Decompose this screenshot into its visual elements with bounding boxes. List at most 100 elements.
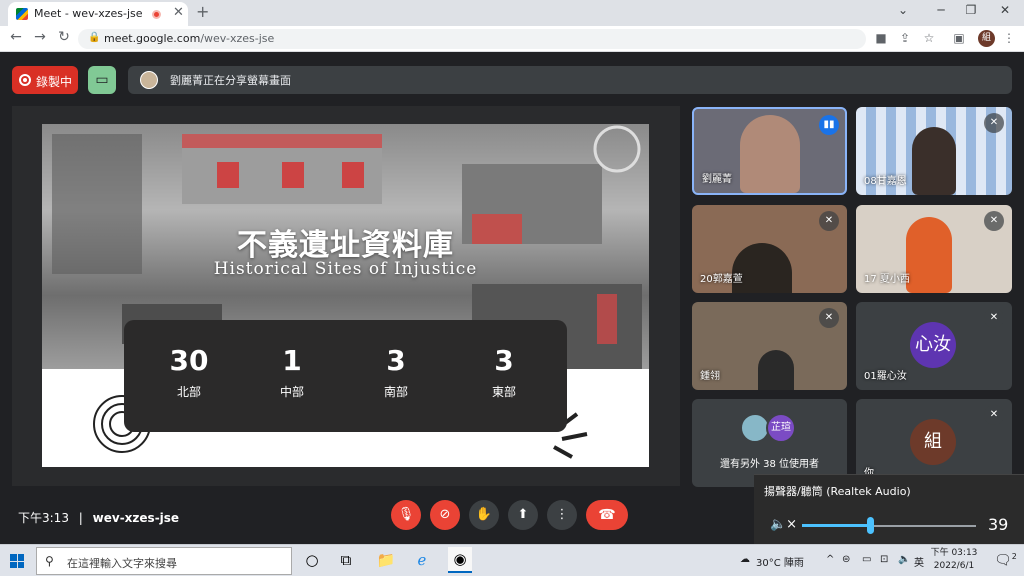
participant-name: 20郭嘉萱	[700, 274, 743, 285]
participant-avatar: 芷瑄	[766, 413, 796, 443]
participant-name: 01羅心汝	[864, 371, 907, 382]
raise-hand-button[interactable]: ✋	[469, 500, 499, 530]
meeting-separator: |	[78, 511, 83, 525]
participant-video	[906, 217, 952, 293]
participant-tile[interactable]: ✕ 20郭嘉萱	[692, 205, 847, 293]
speaker-tray-icon[interactable]: 🔈	[898, 554, 910, 565]
cortana-icon[interactable]: ○	[300, 551, 324, 569]
battery-icon[interactable]: ▭	[862, 554, 871, 565]
slide-title: 不義遺址資料庫	[237, 228, 454, 263]
close-window-button[interactable]: ✕	[990, 3, 1020, 17]
profile-avatar[interactable]: 組	[978, 30, 995, 47]
volume-value: 39	[988, 515, 1009, 534]
browser-tab-bar: Meet - wev-xzes-jse ✕ + ⌄ ─ ❐ ✕	[0, 0, 1024, 26]
camera-icon[interactable]: ■	[872, 31, 890, 45]
share-icon[interactable]: ⇪	[896, 31, 914, 45]
leave-call-button[interactable]: ☎	[586, 500, 628, 530]
file-explorer-icon[interactable]: 📁	[374, 551, 398, 569]
clock-time: 下午 03:13	[930, 548, 978, 558]
participant-video	[740, 115, 800, 193]
present-icon: ⬆	[517, 507, 529, 522]
menu-kebab-icon[interactable]: ⋮	[1000, 31, 1018, 45]
hang-up-icon: ☎	[598, 507, 616, 523]
stat-north: 30 北部	[139, 344, 239, 400]
camera-toggle-button[interactable]: ⊘	[430, 500, 460, 530]
mic-off-icon: 🎙	[397, 507, 415, 522]
present-screen-button[interactable]: ▭	[88, 66, 116, 94]
stat-label: 中部	[279, 385, 304, 399]
tab-title: Meet - wev-xzes-jse	[34, 7, 143, 20]
ime-indicator[interactable]: 英	[914, 554, 924, 569]
show-hidden-icon[interactable]: ^	[826, 554, 834, 565]
windows-start-icon[interactable]	[10, 554, 24, 568]
browser-toolbar: ← → ↻ 🔒 meet.google.com/wev-xzes-jse ■ ⇪…	[0, 26, 1024, 52]
participant-name: 鍾翎	[700, 371, 720, 382]
notification-center-icon[interactable]: 🗨2	[994, 552, 1017, 569]
stat-label: 東部	[491, 385, 516, 399]
mic-off-icon: ✕	[819, 211, 839, 231]
clock-date: 2022/6/1	[933, 561, 975, 571]
mic-off-icon: ✕	[984, 113, 1004, 133]
wifi-icon[interactable]: ⊡	[880, 554, 888, 565]
weather-icon[interactable]: ☁	[740, 554, 750, 565]
search-icon: ⚲	[45, 554, 54, 568]
tab-close-icon[interactable]: ✕	[173, 5, 184, 20]
record-icon	[19, 74, 31, 86]
address-bar[interactable]: 🔒 meet.google.com/wev-xzes-jse	[78, 29, 866, 49]
task-view-icon[interactable]: ⧉	[334, 551, 358, 569]
tab-search-icon[interactable]: ⌄	[888, 3, 918, 17]
present-now-button[interactable]: ⬆	[508, 500, 538, 530]
participant-tile[interactable]: 心汝 ✕ 01羅心汝	[856, 302, 1012, 390]
participant-video	[912, 127, 956, 195]
participant-avatar: 心汝	[910, 322, 956, 368]
maximize-button[interactable]: ❐	[956, 3, 986, 17]
more-vert-icon: ⋮	[555, 507, 569, 522]
participant-tile[interactable]: ✕ 17 夏小西	[856, 205, 1012, 293]
participant-name: 08甘嘉恩	[864, 176, 907, 187]
meeting-details: 下午3:13 | wev-xzes-jse	[18, 509, 179, 526]
participant-video	[732, 243, 792, 293]
meeting-time: 下午3:13	[18, 511, 69, 525]
mic-off-icon: ✕	[984, 405, 1004, 425]
mic-off-icon: ✕	[984, 308, 1004, 328]
taskbar-clock[interactable]: 下午 03:13 2022/6/1	[930, 547, 978, 573]
speaker-muted-icon[interactable]: 🔈×	[770, 517, 797, 532]
stat-south: 3 南部	[346, 344, 446, 400]
reload-icon[interactable]: ↻	[54, 29, 74, 45]
shared-slide: 不義遺址資料庫 Historical Sites of Injustice 30…	[42, 124, 649, 467]
minimize-button[interactable]: ─	[926, 3, 956, 17]
stat-number: 3	[386, 344, 406, 377]
volume-slider-thumb[interactable]	[867, 517, 874, 534]
stat-east: 3 東部	[454, 344, 554, 400]
stat-number: 30	[169, 344, 209, 377]
url-path: /wev-xzes-jse	[200, 32, 275, 45]
meeting-code: wev-xzes-jse	[92, 511, 180, 525]
participant-tile[interactable]: ✕ 鍾翎	[692, 302, 847, 390]
participant-tile[interactable]: ✕ 08甘嘉恩	[856, 107, 1012, 195]
volume-flyout: 揚聲器/聽筒 (Realtek Audio) 🔈× 39	[754, 474, 1024, 544]
participant-video	[758, 350, 794, 390]
new-tab-button[interactable]: +	[196, 2, 209, 21]
browser-tab[interactable]: Meet - wev-xzes-jse ✕	[8, 2, 188, 26]
search-placeholder: 在這裡輸入文字來搜尋	[67, 557, 177, 570]
recording-button[interactable]: 錄製中	[12, 66, 78, 94]
back-arrow-icon[interactable]: ←	[6, 29, 26, 45]
side-panel-icon[interactable]: ▣	[950, 31, 968, 45]
more-options-button[interactable]: ⋮	[547, 500, 577, 530]
bookmark-star-icon[interactable]: ☆	[920, 31, 938, 45]
weather-text[interactable]: 30°C 陣雨	[756, 554, 804, 569]
taskbar-search-box[interactable]: ⚲ 在這裡輸入文字來搜尋	[36, 547, 292, 575]
recording-indicator-icon	[152, 10, 161, 19]
slide-subtitle: Historical Sites of Injustice	[213, 259, 478, 279]
stat-label: 南部	[383, 385, 408, 399]
audio-device-label[interactable]: 揚聲器/聽筒 (Realtek Audio)	[764, 483, 911, 499]
participant-tile[interactable]: ▮▮ 劉麗菁	[692, 107, 847, 195]
forward-arrow-icon[interactable]: →	[30, 29, 50, 45]
presenting-text: 劉麗菁正在分享螢幕畫面	[170, 74, 291, 87]
edge-icon[interactable]: ℯ	[410, 551, 434, 569]
speaking-indicator-icon: ▮▮	[819, 115, 839, 135]
chrome-taskbar-icon[interactable]: ◉	[448, 547, 472, 573]
mic-toggle-button[interactable]: 🎙	[391, 500, 421, 530]
notification-count: 2	[1011, 552, 1017, 561]
network-icon[interactable]: ⊜	[842, 554, 850, 565]
